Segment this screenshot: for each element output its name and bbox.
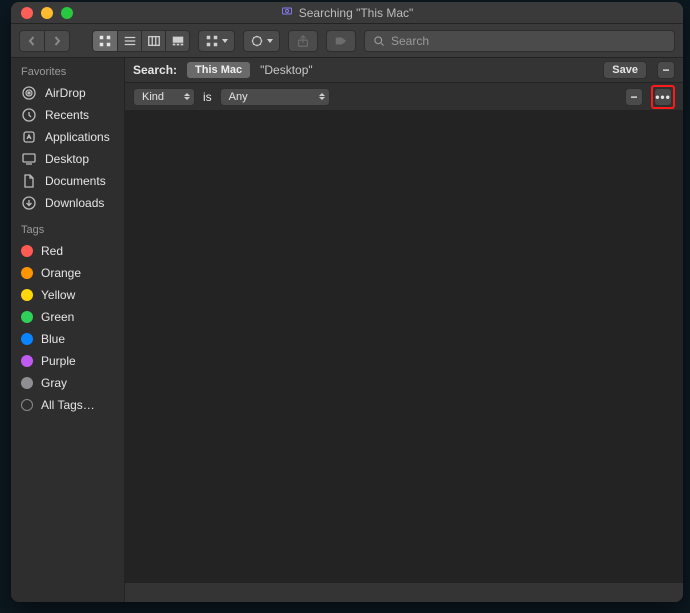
zoom-window-button[interactable] [61,7,73,19]
sidebar-tag-purple[interactable]: Purple [11,350,124,372]
status-bar [125,582,683,602]
airdrop-icon [21,85,37,101]
window-body: Favorites AirDrop Recents Applications D… [11,58,683,602]
sidebar-item-applications[interactable]: Applications [11,126,124,148]
stepper-icon [319,93,325,100]
window-controls [21,7,73,19]
action-menu-button[interactable] [243,30,280,52]
sidebar-tag-blue[interactable]: Blue [11,328,124,350]
window-title-area: Searching "This Mac" [281,5,414,20]
toolbar: Search [11,24,683,58]
add-criteria-highlight: ••• [651,85,675,109]
sidebar-item-label: Green [41,310,74,324]
gallery-view-button[interactable] [165,31,189,51]
sidebar-item-label: Orange [41,266,81,280]
add-criteria-button[interactable]: ••• [654,88,672,106]
sidebar-tag-orange[interactable]: Orange [11,262,124,284]
search-label: Search: [133,63,177,77]
clock-icon [21,107,37,123]
search-field[interactable]: Search [364,30,675,52]
icon-view-button[interactable] [93,31,117,51]
forward-button[interactable] [44,30,70,52]
sidebar-item-label: Applications [45,130,110,144]
minimize-window-button[interactable] [41,7,53,19]
group-by-button[interactable] [198,30,235,52]
sidebar-tag-red[interactable]: Red [11,240,124,262]
criteria-value-label: Any [229,91,248,103]
back-button[interactable] [19,30,45,52]
sidebar-item-label: Yellow [41,288,75,302]
sidebar-item-airdrop[interactable]: AirDrop [11,82,124,104]
chevron-down-icon [267,39,273,43]
tags-header: Tags [11,224,124,240]
nav-buttons [19,30,70,52]
sidebar-item-label: Gray [41,376,67,390]
save-search-button[interactable]: Save [603,61,647,79]
title-bar: Searching "This Mac" [11,2,683,24]
stepper-icon [184,93,190,100]
window-title: Searching "This Mac" [299,6,414,20]
share-button[interactable] [288,30,318,52]
scope-this-mac[interactable]: This Mac [187,62,250,78]
tag-dot-icon [21,267,33,279]
tag-dot-icon [21,311,33,323]
tag-dot-icon [21,355,33,367]
applications-icon [21,129,37,145]
criteria-operator: is [203,90,212,104]
sidebar-tag-green[interactable]: Green [11,306,124,328]
tag-dot-icon [21,399,33,411]
folder-proxy-icon [281,5,293,20]
sidebar-item-label: Purple [41,354,76,368]
criteria-value-popup[interactable]: Any [220,88,330,106]
document-icon [21,173,37,189]
sidebar-item-label: Desktop [45,152,89,166]
sidebar-item-label: Blue [41,332,65,346]
results-area [125,111,683,582]
chevron-down-icon [222,39,228,43]
main-pane: Search: This Mac "Desktop" Save − Kind i… [125,58,683,602]
remove-scope-button[interactable]: − [657,61,675,79]
sidebar-item-desktop[interactable]: Desktop [11,148,124,170]
list-view-button[interactable] [117,31,141,51]
tag-dot-icon [21,245,33,257]
tag-dot-icon [21,377,33,389]
column-view-button[interactable] [141,31,165,51]
download-icon [21,195,37,211]
criteria-row: Kind is Any − ••• [125,83,683,111]
favorites-header: Favorites [11,66,124,82]
remove-criteria-button[interactable]: − [625,88,643,106]
sidebar-item-label: Recents [45,108,89,122]
sidebar: Favorites AirDrop Recents Applications D… [11,58,125,602]
sidebar-tag-yellow[interactable]: Yellow [11,284,124,306]
sidebar-all-tags[interactable]: All Tags… [11,394,124,416]
tags-button[interactable] [326,30,356,52]
sidebar-item-documents[interactable]: Documents [11,170,124,192]
sidebar-item-recents[interactable]: Recents [11,104,124,126]
sidebar-item-downloads[interactable]: Downloads [11,192,124,214]
finder-window: Searching "This Mac" [11,2,683,602]
sidebar-item-label: Red [41,244,63,258]
search-icon [373,35,385,47]
tag-dot-icon [21,289,33,301]
view-mode-group [92,30,190,52]
sidebar-tag-gray[interactable]: Gray [11,372,124,394]
search-placeholder: Search [391,34,429,48]
sidebar-item-label: AirDrop [45,86,86,100]
tag-dot-icon [21,333,33,345]
search-scope-bar: Search: This Mac "Desktop" Save − [125,58,683,83]
criteria-attribute-popup[interactable]: Kind [133,88,195,106]
scope-desktop[interactable]: "Desktop" [260,63,313,77]
desktop-icon [21,151,37,167]
sidebar-item-label: Documents [45,174,106,188]
sidebar-item-label: All Tags… [41,398,95,412]
criteria-attribute-label: Kind [142,91,164,103]
sidebar-item-label: Downloads [45,196,104,210]
close-window-button[interactable] [21,7,33,19]
